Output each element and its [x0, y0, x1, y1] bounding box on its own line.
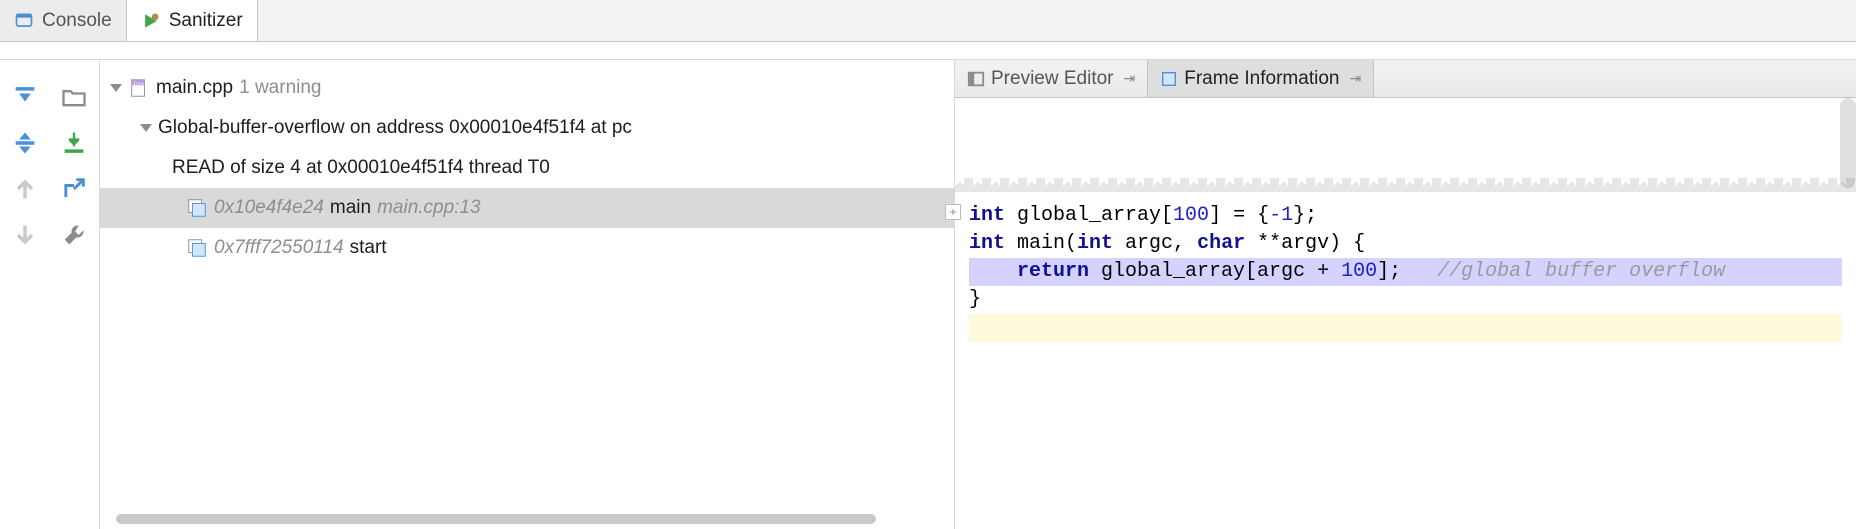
code-preview: + int global_array[100] = {-1}; int main… [955, 98, 1856, 529]
tab-preview-label: Preview Editor [991, 68, 1114, 90]
main-area: C++ main.cpp 1 warning Global-buffer-ove… [0, 60, 1856, 529]
layout-top-icon[interactable] [11, 83, 39, 111]
wrench-icon[interactable] [60, 221, 88, 249]
external-link-icon[interactable] [60, 175, 88, 203]
svg-text:C++: C++ [134, 81, 144, 87]
tab-console-label: Console [42, 10, 112, 32]
tree-file-warning: 1 warning [239, 77, 321, 99]
tree-file-name: main.cpp [156, 77, 233, 99]
tab-frame-info[interactable]: Frame Information ⇥ [1148, 60, 1374, 97]
right-panel: Preview Editor ⇥ Frame Information ⇥ + i… [955, 60, 1856, 529]
arrow-down-icon[interactable] [11, 221, 39, 249]
tree-error-title: Global-buffer-overflow on address 0x0001… [158, 117, 632, 139]
frame-info-icon [1160, 70, 1178, 88]
frame0-addr: 0x10e4f4e24 [214, 197, 324, 219]
scrollbar-thumb[interactable] [116, 514, 876, 524]
stack-frame-icon [186, 237, 208, 259]
issue-tree-panel: C++ main.cpp 1 warning Global-buffer-ove… [100, 60, 954, 529]
chevron-down-icon [136, 118, 156, 138]
top-tab-row: Console Sanitizer [0, 0, 1856, 42]
arrow-up-icon[interactable] [11, 175, 39, 203]
frame1-addr: 0x7fff72550114 [214, 237, 344, 259]
chevron-down-icon [106, 78, 126, 98]
right-tab-row: Preview Editor ⇥ Frame Information ⇥ [955, 60, 1856, 98]
tab-preview-editor[interactable]: Preview Editor ⇥ [955, 60, 1148, 97]
tab-sanitizer-label: Sanitizer [169, 10, 243, 32]
code-line-2: int main(int argc, char **argv) { [969, 232, 1365, 255]
bug-run-icon [141, 11, 161, 31]
pin-icon: ⇥ [1349, 70, 1361, 87]
tree-frame-row-0[interactable]: 0x10e4f4e24 main main.cpp:13 [100, 188, 954, 228]
code-line-warn-bg [969, 314, 1842, 342]
cpp-file-icon: C++ [128, 77, 150, 99]
frame0-loc: main.cpp:13 [377, 197, 481, 219]
code-line-3-highlight: return global_array[argc + 100]; //globa… [969, 258, 1842, 286]
tree-detail-row[interactable]: READ of size 4 at 0x00010e4f51f4 thread … [100, 148, 954, 188]
tree-frame-row-1[interactable]: 0x7fff72550114 start [100, 228, 954, 268]
layout-middle-icon[interactable] [11, 129, 39, 157]
code-line-1: int global_array[100] = {-1}; [969, 204, 1317, 227]
code-fold-edge [955, 178, 1856, 192]
tree-error-row[interactable]: Global-buffer-overflow on address 0x0001… [100, 108, 954, 148]
issue-tree: C++ main.cpp 1 warning Global-buffer-ove… [100, 60, 954, 268]
tree-file-row[interactable]: C++ main.cpp 1 warning [100, 68, 954, 108]
horizontal-scrollbar[interactable] [100, 509, 954, 529]
frame1-func: start [350, 237, 387, 259]
tab-sanitizer[interactable]: Sanitizer [127, 0, 258, 41]
console-icon [14, 11, 34, 31]
code-block: int global_array[100] = {-1}; int main(i… [955, 192, 1856, 342]
left-tool-gutter [0, 60, 100, 529]
code-line-4: } [969, 288, 981, 311]
stack-frame-icon [186, 197, 208, 219]
toolbar-blank [0, 42, 1856, 60]
fold-handle-icon[interactable]: + [945, 204, 961, 220]
tree-detail-text: READ of size 4 at 0x00010e4f51f4 thread … [172, 157, 550, 179]
download-icon[interactable] [60, 129, 88, 157]
tab-frameinfo-label: Frame Information [1184, 68, 1339, 90]
pin-icon: ⇥ [1124, 70, 1136, 87]
frame0-func: main [330, 197, 371, 219]
preview-icon [967, 70, 985, 88]
tab-console[interactable]: Console [0, 0, 127, 41]
vertical-scrollbar[interactable] [1840, 98, 1856, 188]
folder-icon[interactable] [60, 83, 88, 111]
